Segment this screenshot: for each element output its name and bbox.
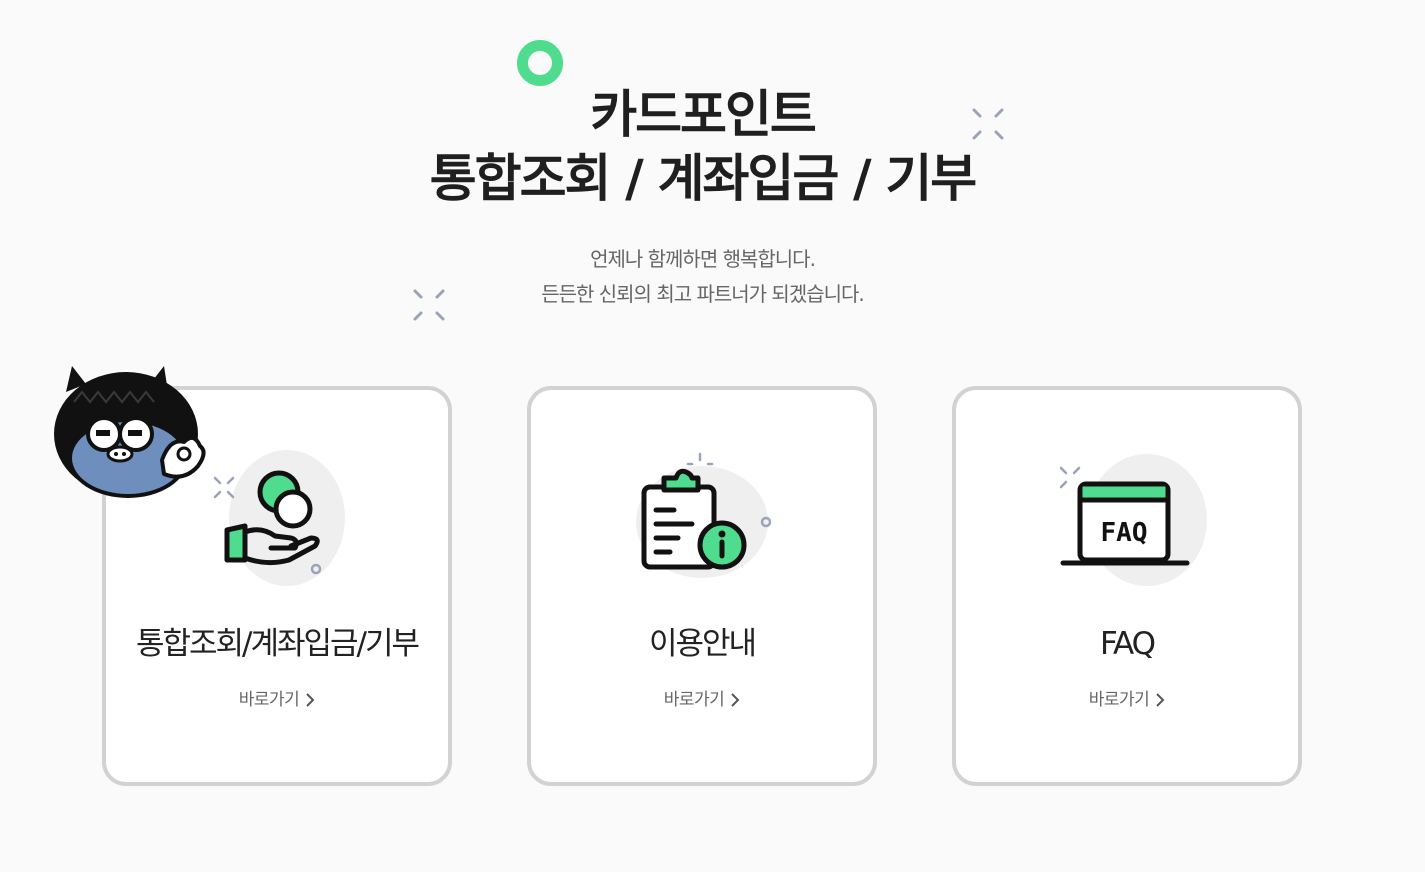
- faq-board-icon: FAQ: [1037, 442, 1217, 592]
- shortcut-link-label: 바로가기: [238, 690, 300, 710]
- subtitle-line: 언제나 함께하면 행복합니다.: [590, 247, 816, 271]
- chevron-right-icon: [731, 693, 740, 707]
- card-title: 통합조회/계좌입금/기부: [135, 626, 420, 662]
- clipboard-info-icon: [612, 442, 792, 592]
- shortcut-link[interactable]: 바로가기: [531, 688, 873, 712]
- page-title: 카드포인트 통합조회 / 계좌입금 / 기부: [0, 84, 1405, 212]
- green-ring-decoration: [517, 40, 563, 86]
- subtitle-line: 든든한 신뢰의 최고 파트너가 되겠습니다.: [541, 282, 865, 306]
- page-title-line: 카드포인트: [590, 86, 817, 145]
- shortcut-link[interactable]: 바로가기: [106, 688, 448, 712]
- card-usage-guide[interactable]: 이용안내 바로가기: [527, 386, 877, 786]
- shortcut-link-label: 바로가기: [1088, 690, 1150, 710]
- chevron-right-icon: [1156, 693, 1165, 707]
- page-title-line: 통합조회 / 계좌입금 / 기부: [429, 150, 977, 209]
- mascot-character-icon: [54, 366, 206, 498]
- shortcut-link[interactable]: 바로가기: [956, 688, 1298, 712]
- page-subtitle: 언제나 함께하면 행복합니다. 든든한 신뢰의 최고 파트너가 되겠습니다.: [0, 242, 1405, 312]
- faq-icon-text: FAQ: [1101, 518, 1148, 548]
- card-title: FAQ: [1099, 626, 1156, 662]
- card-title: 이용안내: [648, 626, 757, 662]
- coin-hand-icon: [187, 442, 367, 592]
- shortcut-link-label: 바로가기: [663, 690, 725, 710]
- chevron-right-icon: [306, 693, 315, 707]
- card-faq[interactable]: FAQ FAQ 바로가기: [952, 386, 1302, 786]
- page: 카드포인트 통합조회 / 계좌입금 / 기부 언제나 함께하면 행복합니다. 든…: [0, 0, 1425, 872]
